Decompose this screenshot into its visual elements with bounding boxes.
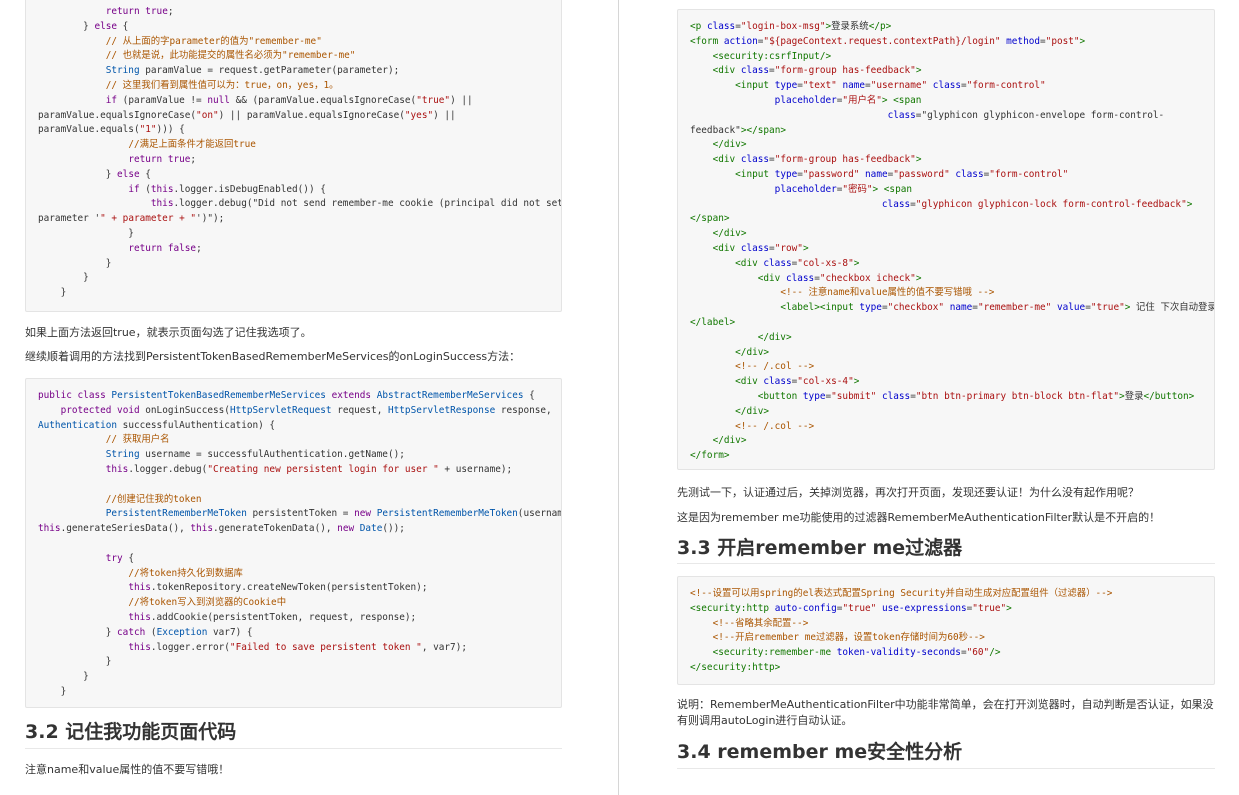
code-line: <security:http auto-config="true" use-ex…: [690, 602, 1012, 614]
code-line: <label><input type="checkbox" name="reme…: [780, 302, 1215, 314]
code-line: </span>: [690, 213, 730, 225]
code-line: public class PersistentTokenBasedRemembe…: [38, 390, 535, 401]
code-line: String paramValue = request.getParameter…: [105, 65, 400, 77]
code-line: this.logger.error("Failed to save persis…: [128, 641, 467, 653]
code-line: <security:remember-me token-validity-sec…: [712, 647, 1001, 659]
section-heading: 3.4 remember me安全性分析: [677, 741, 963, 763]
code-line: <security:csrfInput/>: [712, 50, 832, 62]
code-line: } catch (Exception var7) {: [38, 626, 253, 638]
code-line: }: [38, 671, 89, 683]
code-line: </div>: [712, 228, 747, 240]
code-line: </security:http>: [690, 661, 781, 673]
code-block-on-login-success: public class PersistentTokenBasedRemembe…: [25, 378, 562, 708]
code-line: <!--省略其余配置-->: [712, 617, 809, 629]
code-line: //将token写入到浏览器的Cookie中: [128, 597, 287, 609]
paragraph: 说明：RememberMeAuthenticationFilter中功能非常简单…: [677, 698, 1214, 727]
code-line: </div>: [735, 405, 770, 417]
paragraph: 这是因为remember me功能使用的过滤器RememberMeAuthent…: [677, 511, 1161, 524]
code-line: }: [38, 272, 89, 284]
code-line: placeholder="用户名"> <span: [774, 94, 922, 106]
section-heading: 3.3 开启remember me过滤器: [677, 537, 963, 559]
code-line: String username = successfulAuthenticati…: [105, 449, 405, 461]
code-line: <div class="col-xs-8">: [735, 257, 860, 269]
left-page: return true; } else { // 从上面的字parameter的…: [0, 0, 600, 795]
code-line: } else {: [38, 168, 151, 180]
code-line: //创建记住我的token: [105, 493, 202, 505]
code-line: <!--开启remember me过滤器，设置token存储时间为60秒-->: [712, 632, 985, 644]
code-line: </div>: [735, 346, 770, 358]
code-line: <!--设置可以用spring的el表达式配置Spring Security并自…: [690, 588, 1113, 599]
page-divider: [618, 0, 619, 795]
code-line: <!-- /.col -->: [735, 361, 815, 373]
code-line: <div class="checkbox icheck">: [757, 272, 922, 284]
code-line: } else {: [38, 20, 129, 32]
code-line: //满足上面条件才能返回true: [128, 139, 256, 151]
code-line: <!-- 注意name和value属性的值不要写错哦 -->: [780, 287, 995, 299]
code-line: this.logger.debug("Did not send remember…: [150, 198, 562, 210]
code-line: if (paramValue != null && (paramValue.eq…: [105, 94, 473, 106]
code-line: <div class="row">: [712, 242, 809, 254]
code-line: return true;: [105, 6, 174, 17]
code-line: // 这里我们看到属性值可以为：true，on，yes，1。: [105, 79, 339, 91]
section-heading: 3.2 记住我功能页面代码: [25, 721, 237, 743]
paragraph: 注意name和value属性的值不要写错哦！: [25, 763, 230, 776]
code-line: }: [38, 257, 112, 269]
code-line: <form action="${pageContext.request.cont…: [690, 35, 1086, 47]
code-block-security-config: <!--设置可以用spring的el表达式配置Spring Security并自…: [677, 576, 1215, 685]
code-line: parameter '" + parameter + "')");: [38, 213, 225, 225]
code-line: paramValue.equalsIgnoreCase("on") || par…: [38, 109, 456, 121]
heading-divider: [25, 748, 562, 749]
paragraph: 继续顺着调用的方法找到PersistentTokenBasedRememberM…: [25, 350, 521, 363]
code-line: Authentication successfulAuthentication)…: [38, 419, 276, 431]
code-line: </form>: [690, 450, 730, 462]
code-line: if (this.logger.isDebugEnabled()) {: [128, 183, 326, 195]
code-line: </div>: [712, 139, 747, 151]
code-line: // 从上面的字parameter的值为"remember-me": [105, 35, 322, 47]
code-line: return false;: [128, 242, 202, 254]
code-line: <div class="form-group has-feedback">: [712, 65, 922, 77]
code-line: protected void onLoginSuccess(HttpServle…: [60, 404, 552, 416]
code-line: feedback"></span>: [690, 124, 786, 136]
heading-divider: [677, 768, 1215, 769]
heading-divider: [677, 563, 1215, 564]
code-line: </div>: [757, 331, 792, 343]
code-line: // 也就是说，此功能提交的属性名必须为"remember-me": [105, 50, 356, 62]
code-line: <!-- /.col -->: [735, 420, 815, 432]
code-line: <div class="col-xs-4">: [735, 376, 860, 388]
code-line: <div class="form-group has-feedback">: [712, 154, 922, 166]
code-line: <input type="password" name="password" c…: [735, 168, 1069, 180]
code-block-login-form: <p class="login-box-msg">登录系统</p> <form a…: [677, 9, 1215, 470]
paragraph: 先测试一下，认证通过后，关掉浏览器，再次打开页面，发现还要认证！为什么没有起作用…: [677, 486, 1139, 499]
code-line: this.addCookie(persistentToken, request,…: [128, 611, 417, 623]
code-line: this.generateSeriesData(), this.generate…: [38, 523, 405, 535]
code-line: </div>: [712, 435, 747, 447]
code-line: <button type="submit" class="btn btn-pri…: [757, 390, 1195, 402]
code-line: <input type="text" name="username" class…: [735, 80, 1046, 92]
code-line: return true;: [128, 153, 197, 165]
code-line: }: [38, 656, 112, 668]
code-line: // 获取用户名: [105, 434, 170, 446]
code-line: class="glyphicon glyphicon-lock form-con…: [881, 198, 1193, 210]
code-line: this.logger.debug("Creating new persiste…: [105, 463, 513, 475]
code-line: try {: [105, 552, 134, 564]
code-line: this.tokenRepository.createNewToken(pers…: [128, 582, 428, 594]
code-line: }: [38, 227, 134, 239]
code-line: <p class="login-box-msg">登录系统</p>: [690, 21, 892, 32]
code-line: paramValue.equals("1"))) {: [38, 124, 185, 136]
right-page: <p class="login-box-msg">登录系统</p> <form a…: [640, 0, 1239, 795]
code-line: //将token持久化到数据库: [128, 567, 243, 579]
code-line: </label>: [690, 316, 736, 328]
code-line: PersistentRememberMeToken persistentToke…: [105, 508, 561, 520]
code-line: ​: [38, 537, 561, 552]
code-line: }: [38, 287, 67, 299]
code-block-remember-me-check: return true; } else { // 从上面的字parameter的…: [25, 0, 562, 312]
code-line: placeholder="密码"> <span: [774, 183, 913, 195]
code-line: }: [38, 685, 67, 697]
code-line: class="glyphicon glyphicon-envelope form…: [887, 109, 1165, 121]
paragraph: 如果上面方法返回true，就表示页面勾选了记住我选项了。: [25, 326, 312, 339]
code-line: ​: [38, 478, 561, 493]
